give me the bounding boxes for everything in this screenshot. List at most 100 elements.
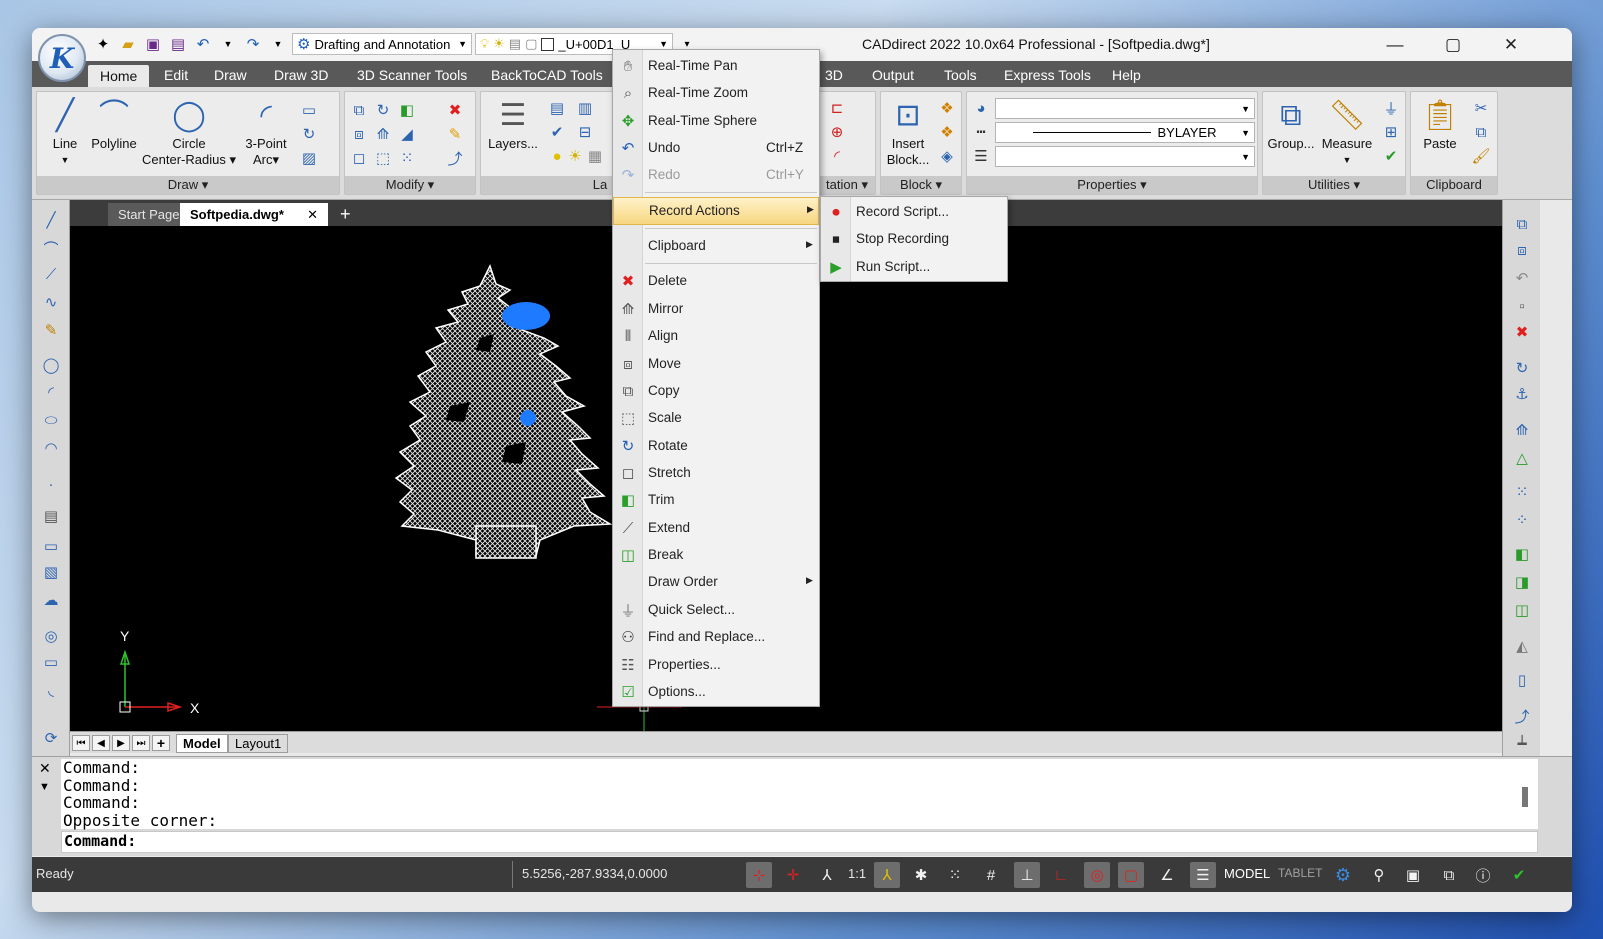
sun-icon[interactable]: ☀ (565, 146, 585, 166)
layer-previous-icon[interactable]: ⊟ (575, 122, 595, 142)
rectangle-icon[interactable]: ▭ (41, 536, 61, 556)
wipeout-icon[interactable]: ▭ (41, 652, 61, 672)
grid-icon[interactable]: ⊞ (1381, 122, 1401, 142)
array-icon[interactable]: ⁙ (397, 148, 417, 168)
dimension-icon[interactable]: ⊏ (827, 98, 847, 118)
trim-icon[interactable]: ◧ (397, 100, 417, 120)
fillet-icon[interactable]: ◢ (397, 124, 417, 144)
maximize-button[interactable]: ▢ (1424, 28, 1482, 61)
tab-draw[interactable]: Draw (214, 65, 247, 87)
add-layout-icon[interactable]: + (152, 735, 170, 751)
square-icon[interactable]: ▫ (1512, 296, 1532, 316)
command-scrollbar[interactable] (1522, 787, 1528, 807)
menu-item-real-time-sphere[interactable]: ✥ Real-Time Sphere (613, 108, 819, 134)
first-layout-icon[interactable]: ⏮ (72, 735, 90, 751)
minimize-button[interactable]: — (1366, 28, 1424, 61)
donut-icon[interactable]: ◎ (41, 626, 61, 646)
tab-help[interactable]: Help (1112, 65, 1141, 87)
fillet-icon[interactable]: ◟ (41, 680, 61, 700)
eraser-icon[interactable]: ✎ (445, 124, 465, 144)
circle-icon[interactable]: ◯ (41, 355, 61, 375)
menu-item-draw-order[interactable]: Draw Order ▶ (613, 569, 819, 595)
copy-icon[interactable]: ⧉ (349, 100, 369, 120)
save-icon[interactable]: ▣ (142, 33, 164, 55)
menu-item-extend[interactable]: ⟋ Extend (613, 515, 819, 541)
ellipse-icon[interactable]: ⬭ (41, 410, 61, 430)
polar-icon[interactable]: ∟ (1048, 862, 1074, 888)
menu-item-rotate[interactable]: ↻ Rotate (613, 433, 819, 459)
tab-express-tools[interactable]: Express Tools (1004, 65, 1091, 87)
close-icon[interactable]: ✕ (307, 207, 318, 223)
line-icon[interactable]: ╱ (41, 210, 61, 230)
linetype-icon[interactable]: ┅ (971, 122, 991, 142)
last-layout-icon[interactable]: ⏭ (132, 735, 150, 751)
insert-block-button[interactable]: ⊡ Insert Block... (883, 96, 933, 168)
lock-ui-icon[interactable]: ⚲ (1366, 862, 1392, 888)
color-combo[interactable]: ▼ (995, 98, 1255, 119)
explode-icon[interactable]: ⤴ (445, 148, 465, 168)
trim-icon[interactable]: ◧ (1512, 544, 1532, 564)
tab-output[interactable]: Output (872, 65, 914, 87)
menu-item-scale[interactable]: ⬚ Scale (613, 405, 819, 431)
center-mark-icon[interactable]: ⊕ (827, 122, 847, 142)
line-button[interactable]: ╱ Line ▼ (45, 96, 85, 168)
previous-layout-icon[interactable]: ◀ (92, 735, 110, 751)
annotation-panel-title[interactable]: tation ▾ (819, 176, 875, 194)
tab-3d-scanner-tools[interactable]: 3D Scanner Tools (357, 65, 467, 87)
region-icon[interactable]: ▧ (41, 562, 61, 582)
close-icon[interactable]: ✕ (39, 760, 51, 777)
grid-icon[interactable]: # (978, 862, 1004, 888)
anchor-icon[interactable]: ⚓ (1512, 384, 1532, 404)
layer-isolate-icon[interactable]: ▥ (575, 98, 595, 118)
layers-button[interactable]: ☰ Layers... (485, 96, 541, 152)
tab-draw-3d[interactable]: Draw 3D (274, 65, 328, 87)
layers-panel-title[interactable]: La (481, 176, 619, 194)
hatch-icon[interactable]: ▤ (41, 506, 61, 526)
menu-item-options[interactable]: ☑ Options... (613, 679, 819, 705)
rectangle-icon[interactable]: ▭ (299, 100, 319, 120)
ellipse-arc-icon[interactable]: ↻ (299, 124, 319, 144)
menu-item-stop-recording[interactable]: ⏹ Stop Recording (821, 226, 1007, 252)
arc-icon[interactable]: ◜ (41, 382, 61, 402)
undo-icon[interactable]: ↶ (1512, 268, 1532, 288)
modify-panel-title[interactable]: Modify ▾ (345, 176, 475, 194)
stretch-icon[interactable]: ▯ (1512, 670, 1532, 690)
ortho-icon[interactable]: ✛ (780, 862, 806, 888)
arc-dimension-icon[interactable]: ◜ (827, 146, 847, 166)
polar-array-icon[interactable]: ⁘ (1512, 510, 1532, 530)
menu-item-align[interactable]: ⫴ Align (613, 323, 819, 349)
polyline-icon[interactable]: ⌒ (41, 238, 61, 258)
dynamic-ucs-icon[interactable]: ∠ (1154, 862, 1180, 888)
copy-icon[interactable]: ⧉ (1512, 214, 1532, 234)
scale-icon[interactable]: ⬚ (373, 148, 393, 168)
lightbulb-icon[interactable]: ● (547, 146, 567, 166)
break-icon[interactable]: ◫ (1512, 600, 1532, 620)
measure-button[interactable]: 📏︎ Measure ▼ (1319, 96, 1375, 168)
new-file-icon[interactable]: ✦ (92, 33, 114, 55)
pencil-icon[interactable]: ✎ (41, 320, 61, 340)
otrack-icon[interactable]: ▢ (1118, 862, 1144, 888)
hatch-icon[interactable]: ▨ (299, 148, 319, 168)
properties-panel-title[interactable]: Properties ▾ (967, 176, 1257, 194)
chamfer-icon[interactable]: ◭ (1512, 636, 1532, 656)
model-toggle[interactable]: MODEL (1224, 866, 1270, 881)
move-icon[interactable]: ⧈ (349, 124, 369, 144)
rotate-icon[interactable]: ↻ (373, 100, 393, 120)
tab-model[interactable]: Model (176, 734, 228, 753)
ray-icon[interactable]: ⟋ (41, 264, 61, 284)
color-wheel-icon[interactable]: ◕ (971, 98, 991, 118)
cut-icon[interactable]: ✂ (1471, 98, 1491, 118)
menu-item-real-time-zoom[interactable]: ⌕ Real-Time Zoom (613, 80, 819, 106)
lock-icon[interactable]: ▦ (585, 146, 605, 166)
auto-scale-icon[interactable]: ✱ (908, 862, 934, 888)
gear-icon[interactable]: ⚙ (1330, 862, 1356, 888)
create-block-icon[interactable]: ❖ (937, 98, 957, 118)
explode-icon[interactable]: ⤴ (1512, 706, 1532, 726)
windows-icon[interactable]: ⧉ (1436, 862, 1462, 888)
workspace-select[interactable]: ⚙ Drafting and Annotation ▼ (292, 33, 472, 55)
tab-start-page[interactable]: Start Page (108, 203, 190, 226)
snap-grid-icon[interactable]: ⁙ (942, 862, 968, 888)
lineweight-icon[interactable]: ☰ (971, 146, 991, 166)
spline-icon[interactable]: ∿ (41, 292, 61, 312)
menu-item-delete[interactable]: ✖ Delete (613, 268, 819, 294)
